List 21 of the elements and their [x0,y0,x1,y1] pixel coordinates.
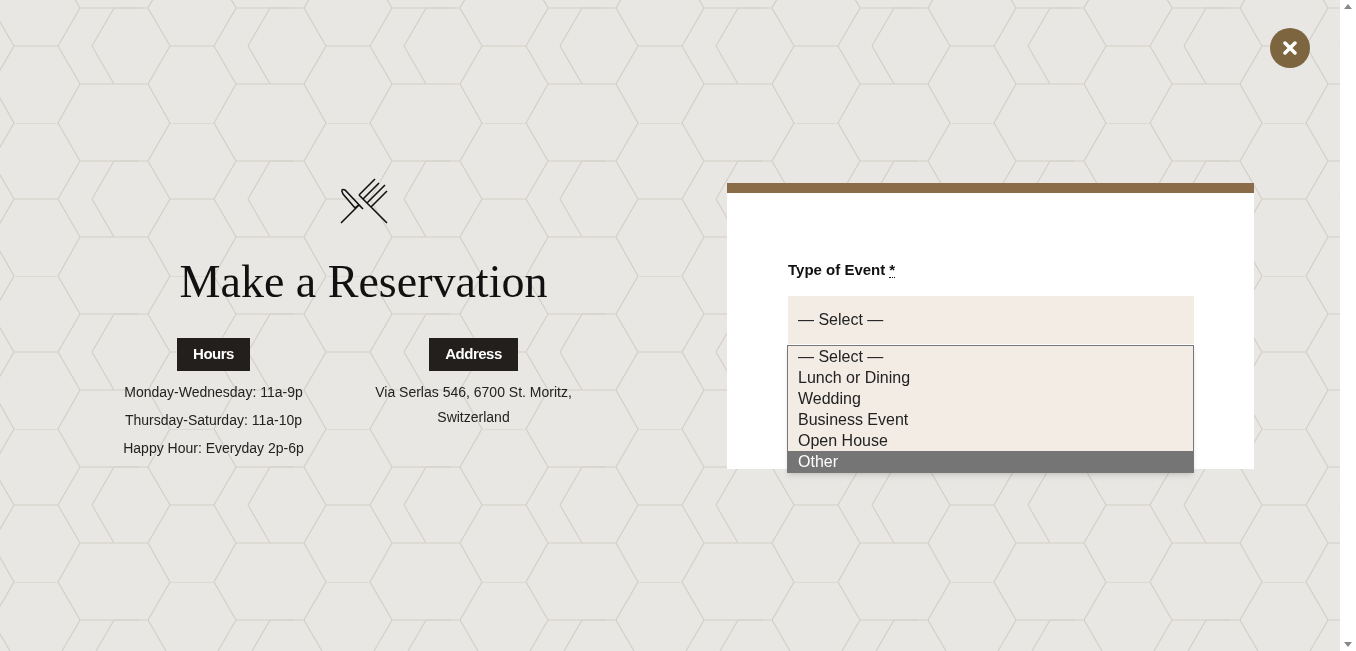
address-line: Switzerland [437,408,510,427]
hours-line: Happy Hour: Everyday 2p-6p [123,439,304,458]
hours-line: Thursday-Saturday: 11a-10p [124,411,303,430]
close-icon [1283,41,1297,55]
hours-line: Monday-Wednesday: 11a-9p [124,383,303,402]
dropdown-option[interactable]: Wedding [788,388,1193,409]
address-line: Via Serlas 546, 6700 St. Moritz, [375,383,572,402]
dropdown-option[interactable]: Other [788,451,1193,472]
dropdown-option[interactable]: Lunch or Dining [788,367,1193,388]
field-label: Type of Event [788,260,886,280]
dropdown-option[interactable]: Business Event [788,409,1193,430]
scroll-down-arrow-icon[interactable] [1344,642,1352,647]
required-mark: * [889,263,896,278]
hours-heading: Hours [177,338,250,371]
event-type-select[interactable]: — Select — [788,295,1194,344]
knife-and-fork-icon [338,176,389,226]
dropdown-option[interactable]: — Select — [788,346,1193,367]
scroll-up-arrow-icon[interactable] [1344,4,1352,9]
address-heading: Address [429,338,518,371]
page-title: Make a Reservation [179,255,548,309]
dropdown-option[interactable]: Open House [788,430,1193,451]
